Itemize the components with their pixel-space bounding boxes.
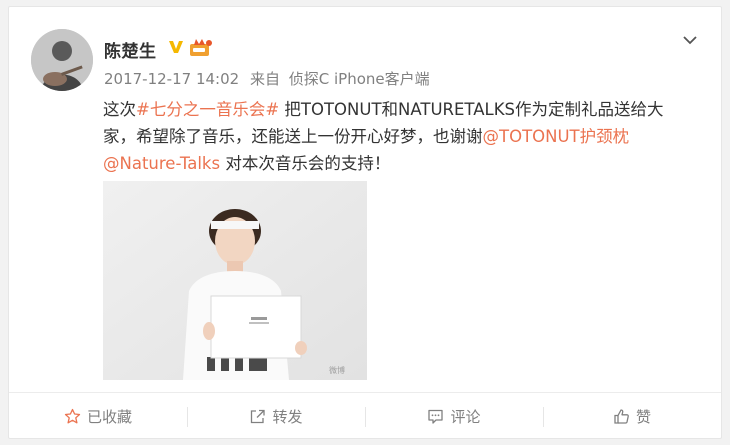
like-label: 赞	[635, 408, 651, 426]
source-prefix: 来自	[249, 70, 280, 88]
comment-button[interactable]: 评论	[365, 393, 543, 440]
post-time[interactable]: 2017-12-17 14:02	[104, 70, 239, 88]
repost-label: 转发	[272, 408, 303, 426]
post-content: 这次#七分之一音乐会# 把TOTONUT和NATURETALKS作为定制礼品送给…	[103, 96, 703, 177]
post-source[interactable]: 侦探C iPhone客户端	[289, 70, 430, 88]
post-actions-bar: 已收藏 转发 评论 赞	[9, 393, 721, 440]
author-name[interactable]: 陈楚生	[104, 37, 157, 62]
content-line-1: 这次#七分之一音乐会# 把TOTONUT和NATURETALKS作为定制礼品送给…	[103, 96, 703, 123]
repost-button[interactable]: 转发	[187, 393, 365, 440]
image-watermark: 微博	[329, 365, 345, 375]
member-level-icon[interactable]	[189, 37, 213, 57]
content-line-2: 家，希望除了音乐，还能送上一份开心好梦，也谢谢@TOTONUT护颈枕	[103, 123, 703, 150]
author-avatar[interactable]	[31, 29, 93, 91]
share-icon	[251, 409, 266, 424]
like-button[interactable]: 赞	[543, 393, 721, 440]
thumbs-up-icon	[614, 409, 629, 424]
hashtag-link[interactable]: #七分之一音乐会#	[136, 100, 279, 119]
content-text: 这次	[103, 100, 136, 119]
favorite-label: 已收藏	[86, 408, 132, 426]
mention-nature-talks[interactable]: @Nature-Talks	[103, 154, 220, 173]
favorite-button[interactable]: 已收藏	[9, 393, 187, 440]
star-icon	[64, 408, 81, 424]
content-text: 把TOTONUT和NATURETALKS作为定制礼品送给大	[279, 100, 664, 119]
content-line-3: @Nature-Talks 对本次音乐会的支持！	[103, 150, 703, 177]
verified-v-icon[interactable]	[167, 38, 185, 56]
content-text: 家，希望除了音乐，还能送上一份开心好梦，也谢谢	[103, 127, 483, 146]
comment-icon	[428, 409, 444, 424]
comment-label: 评论	[450, 408, 481, 426]
content-text: 对本次音乐会的支持！	[220, 154, 391, 173]
post-image[interactable]: 微博	[103, 181, 367, 380]
chevron-down-icon[interactable]	[681, 31, 699, 49]
mention-totonut[interactable]: @TOTONUT护颈枕	[483, 127, 630, 146]
weibo-post-card: 陈楚生 2017-12-17 14:02 来自 侦探C iPhone客户端 这次…	[8, 6, 722, 439]
post-meta: 2017-12-17 14:02 来自 侦探C iPhone客户端	[104, 68, 436, 89]
